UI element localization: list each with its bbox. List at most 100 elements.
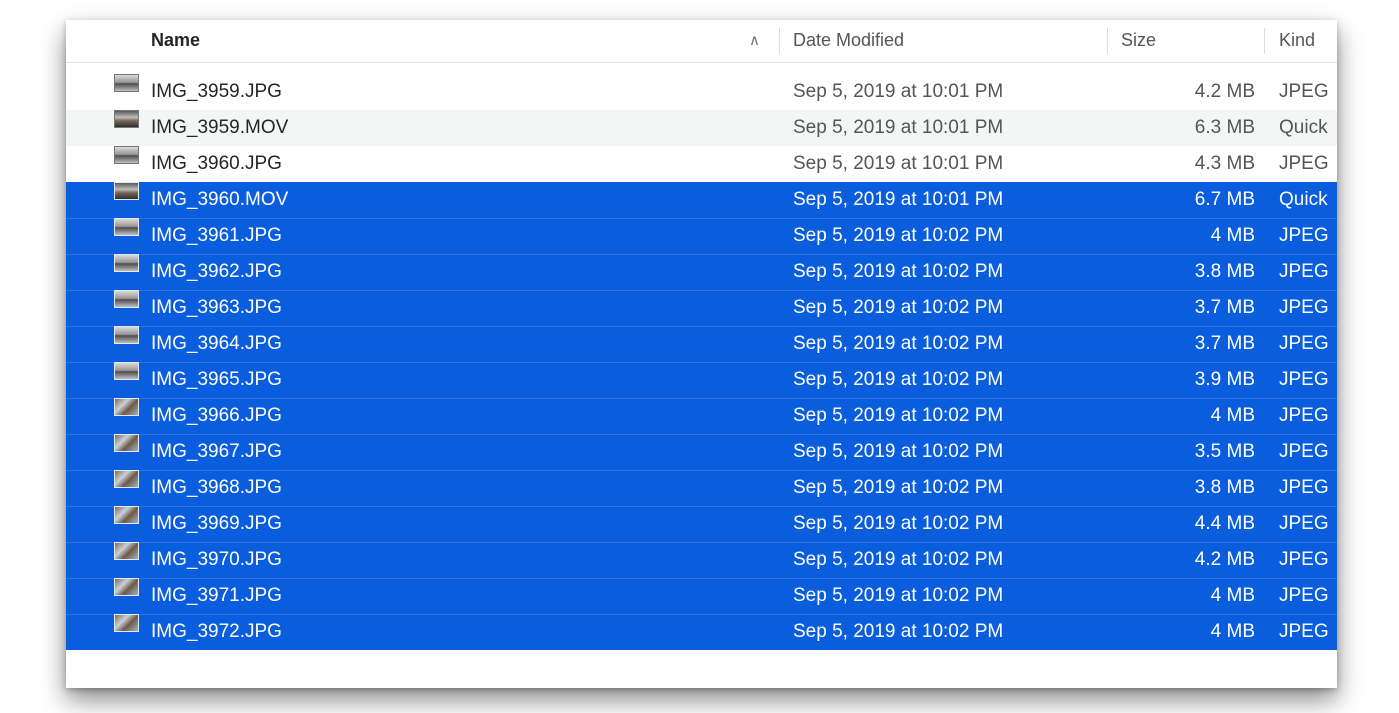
jpeg-thumbnail-icon <box>114 470 139 488</box>
file-row-selected[interactable]: IMG_3970.JPG Sep 5, 2019 at 10:02 PM 4.2… <box>66 542 1337 578</box>
file-row-selected[interactable]: IMG_3964.JPG Sep 5, 2019 at 10:02 PM 3.7… <box>66 326 1337 362</box>
file-name: IMG_3959.MOV <box>151 117 289 138</box>
file-kind: JPEG <box>1279 477 1329 498</box>
file-row-selected[interactable]: IMG_3965.JPG Sep 5, 2019 at 10:02 PM 3.9… <box>66 362 1337 398</box>
file-kind: JPEG <box>1279 261 1329 282</box>
finder-list-window: Name ∧ Date Modified Size Kind IMG_3959.… <box>66 20 1337 688</box>
file-kind: JPEG <box>1279 621 1329 642</box>
file-list: IMG_3959.JPG Sep 5, 2019 at 10:01 PM 4.2… <box>66 74 1337 650</box>
jpeg-thumbnail-icon <box>114 542 139 560</box>
file-date-modified: Sep 5, 2019 at 10:02 PM <box>793 225 1004 246</box>
column-divider[interactable] <box>779 28 780 54</box>
column-divider[interactable] <box>1264 28 1265 54</box>
movie-thumbnail-icon <box>114 110 139 128</box>
file-size: 4.2 MB <box>1194 549 1255 570</box>
file-date-modified: Sep 5, 2019 at 10:02 PM <box>793 261 1004 282</box>
file-row[interactable]: IMG_3959.MOV Sep 5, 2019 at 10:01 PM 6.3… <box>66 110 1337 146</box>
column-header-bar: Name ∧ Date Modified Size Kind <box>66 20 1337 63</box>
file-name: IMG_3968.JPG <box>151 477 282 498</box>
file-date-modified: Sep 5, 2019 at 10:02 PM <box>793 441 1004 462</box>
file-size: 4.4 MB <box>1194 513 1255 534</box>
file-name: IMG_3972.JPG <box>151 621 282 642</box>
file-date-modified: Sep 5, 2019 at 10:02 PM <box>793 405 1004 426</box>
file-kind: Quick <box>1279 117 1328 138</box>
file-name: IMG_3970.JPG <box>151 549 282 570</box>
file-row-selected[interactable]: IMG_3971.JPG Sep 5, 2019 at 10:02 PM 4 M… <box>66 578 1337 614</box>
jpeg-thumbnail-icon <box>114 578 139 596</box>
file-row-selected[interactable]: IMG_3963.JPG Sep 5, 2019 at 10:02 PM 3.7… <box>66 290 1337 326</box>
file-kind: JPEG <box>1279 153 1329 174</box>
file-size: 3.5 MB <box>1194 441 1255 462</box>
file-row-selected[interactable]: IMG_3969.JPG Sep 5, 2019 at 10:02 PM 4.4… <box>66 506 1337 542</box>
file-row-selected[interactable]: IMG_3968.JPG Sep 5, 2019 at 10:02 PM 3.8… <box>66 470 1337 506</box>
file-name: IMG_3961.JPG <box>151 225 282 246</box>
file-row-selected[interactable]: IMG_3972.JPG Sep 5, 2019 at 10:02 PM 4 M… <box>66 614 1337 650</box>
file-kind: JPEG <box>1279 405 1329 426</box>
file-date-modified: Sep 5, 2019 at 10:02 PM <box>793 621 1004 642</box>
jpeg-thumbnail-icon <box>114 290 139 308</box>
jpeg-thumbnail-icon <box>114 362 139 380</box>
column-header-date-modified[interactable]: Date Modified <box>793 20 904 62</box>
file-size: 4 MB <box>1210 405 1255 426</box>
file-kind: Quick <box>1279 189 1328 210</box>
jpeg-thumbnail-icon <box>114 434 139 452</box>
file-size: 3.8 MB <box>1194 477 1255 498</box>
chevron-up-icon[interactable]: ∧ <box>749 20 760 62</box>
file-date-modified: Sep 5, 2019 at 10:02 PM <box>793 513 1004 534</box>
jpeg-thumbnail-icon <box>114 146 139 164</box>
file-kind: JPEG <box>1279 369 1329 390</box>
file-date-modified: Sep 5, 2019 at 10:02 PM <box>793 549 1004 570</box>
file-name: IMG_3969.JPG <box>151 513 282 534</box>
file-kind: JPEG <box>1279 225 1329 246</box>
file-row-selected[interactable]: IMG_3960.MOV Sep 5, 2019 at 10:01 PM 6.7… <box>66 182 1337 218</box>
column-header-name[interactable]: Name <box>151 20 200 62</box>
file-name: IMG_3967.JPG <box>151 441 282 462</box>
column-divider[interactable] <box>1107 28 1108 54</box>
file-size: 3.9 MB <box>1194 369 1255 390</box>
file-date-modified: Sep 5, 2019 at 10:02 PM <box>793 369 1004 390</box>
movie-thumbnail-icon <box>114 182 139 200</box>
jpeg-thumbnail-icon <box>114 398 139 416</box>
file-date-modified: Sep 5, 2019 at 10:02 PM <box>793 297 1004 318</box>
file-kind: JPEG <box>1279 297 1329 318</box>
file-date-modified: Sep 5, 2019 at 10:02 PM <box>793 333 1004 354</box>
file-size: 3.7 MB <box>1194 297 1255 318</box>
jpeg-thumbnail-icon <box>114 326 139 344</box>
file-row-selected[interactable]: IMG_3961.JPG Sep 5, 2019 at 10:02 PM 4 M… <box>66 218 1337 254</box>
file-size: 3.7 MB <box>1194 333 1255 354</box>
file-name: IMG_3963.JPG <box>151 297 282 318</box>
file-kind: JPEG <box>1279 81 1329 102</box>
jpeg-thumbnail-icon <box>114 506 139 524</box>
file-row-selected[interactable]: IMG_3962.JPG Sep 5, 2019 at 10:02 PM 3.8… <box>66 254 1337 290</box>
file-size: 4.3 MB <box>1194 153 1255 174</box>
file-kind: JPEG <box>1279 549 1329 570</box>
jpeg-thumbnail-icon <box>114 614 139 632</box>
file-size: 3.8 MB <box>1194 261 1255 282</box>
file-size: 4 MB <box>1210 225 1255 246</box>
file-size: 4 MB <box>1210 585 1255 606</box>
file-row[interactable]: IMG_3959.JPG Sep 5, 2019 at 10:01 PM 4.2… <box>66 74 1337 110</box>
file-name: IMG_3960.MOV <box>151 189 289 210</box>
file-date-modified: Sep 5, 2019 at 10:01 PM <box>793 81 1004 102</box>
file-row-selected[interactable]: IMG_3966.JPG Sep 5, 2019 at 10:02 PM 4 M… <box>66 398 1337 434</box>
file-name: IMG_3959.JPG <box>151 81 282 102</box>
file-name: IMG_3964.JPG <box>151 333 282 354</box>
file-name: IMG_3971.JPG <box>151 585 282 606</box>
file-size: 4 MB <box>1210 621 1255 642</box>
file-name: IMG_3965.JPG <box>151 369 282 390</box>
file-kind: JPEG <box>1279 333 1329 354</box>
jpeg-thumbnail-icon <box>114 254 139 272</box>
file-kind: JPEG <box>1279 585 1329 606</box>
file-date-modified: Sep 5, 2019 at 10:01 PM <box>793 189 1004 210</box>
column-header-kind[interactable]: Kind <box>1279 20 1315 62</box>
file-row-selected[interactable]: IMG_3967.JPG Sep 5, 2019 at 10:02 PM 3.5… <box>66 434 1337 470</box>
file-name: IMG_3966.JPG <box>151 405 282 426</box>
file-size: 6.3 MB <box>1194 117 1255 138</box>
file-size: 4.2 MB <box>1194 81 1255 102</box>
file-kind: JPEG <box>1279 513 1329 534</box>
file-date-modified: Sep 5, 2019 at 10:01 PM <box>793 153 1004 174</box>
file-row[interactable]: IMG_3960.JPG Sep 5, 2019 at 10:01 PM 4.3… <box>66 146 1337 182</box>
file-name: IMG_3960.JPG <box>151 153 282 174</box>
column-header-size[interactable]: Size <box>1121 20 1156 62</box>
file-kind: JPEG <box>1279 441 1329 462</box>
